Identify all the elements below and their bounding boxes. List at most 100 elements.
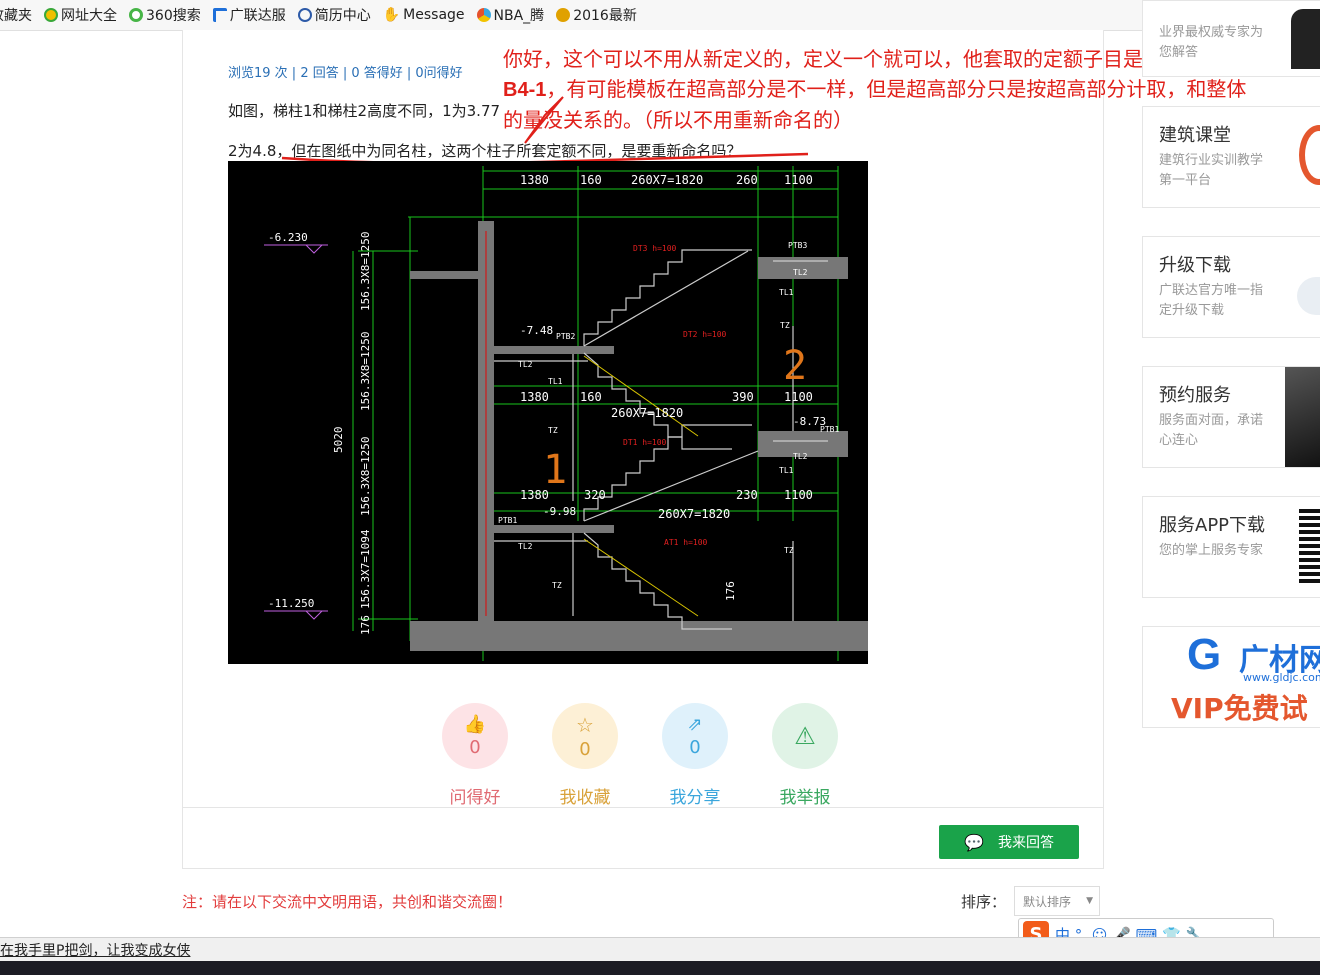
guangcai-logo: G 广材网 www.gldjc.com xyxy=(1187,633,1320,685)
sidebar-upgrade[interactable]: 升级下载 广联达官方唯一指定升级下载 xyxy=(1142,236,1320,338)
label-tl1c: TL1 xyxy=(779,466,794,475)
sidebar-desc: 您的掌上服务专家 xyxy=(1159,543,1264,558)
bookmark-resume[interactable]: 简历中心 xyxy=(297,5,371,25)
dim-top-5: 1100 xyxy=(784,173,813,187)
thumbs-up-icon: 👍 xyxy=(463,714,487,735)
sidebar-desc: 业界最权威专家为您解答 xyxy=(1159,25,1264,60)
like-action[interactable]: 👍 0 问得好 xyxy=(441,703,509,808)
bookmark-label: 收藏夹 xyxy=(0,8,32,24)
label-tz3: TZ xyxy=(784,546,794,555)
question-line-1: 如图，梯柱1和梯柱2高度不同，1为3.77 xyxy=(228,102,501,120)
share-action[interactable]: ⇗ 0 我分享 xyxy=(661,703,729,808)
cloud-download-icon xyxy=(1297,277,1320,315)
question-stats[interactable]: 浏览19 次 | 2 回答 | 0 答得好 | 0问得好 xyxy=(228,62,463,81)
answer-button[interactable]: 💬 我来回答 xyxy=(939,825,1079,859)
grid-icon xyxy=(44,8,58,22)
chevron-down-icon: ▼ xyxy=(1086,896,1093,906)
dim-mid1-3: 260X7=1820 xyxy=(611,406,683,420)
bookmark-favorites[interactable]: 收藏夹 xyxy=(0,5,32,25)
bookmark-360-search[interactable]: 360搜索 xyxy=(129,5,201,25)
like-label[interactable]: 问得好 xyxy=(431,783,519,808)
bookmark-gld[interactable]: 广联达服 xyxy=(212,5,286,25)
vdim-7: 176 xyxy=(724,581,737,601)
dim-mid2-2: 320 xyxy=(584,488,606,502)
bookmark-site-directory[interactable]: 网址大全 xyxy=(44,5,117,25)
bookmark-label: Message xyxy=(403,7,465,23)
label-tl2a: TL2 xyxy=(518,360,533,369)
report-circle[interactable]: ⚠ xyxy=(772,703,838,769)
cad-stair-section-drawing[interactable]: 1380 160 260X7=1820 260 1100 1380 160 26… xyxy=(228,161,868,664)
note-at1: AT1 h=100 xyxy=(664,538,708,547)
classroom-icon xyxy=(1299,125,1320,185)
vdim-total: 5020 xyxy=(332,427,345,454)
share-label[interactable]: 我分享 xyxy=(651,783,739,808)
search-icon xyxy=(129,8,143,22)
dim-mid1-2: 160 xyxy=(580,390,602,404)
sidebar-title: 建筑课堂 xyxy=(1159,125,1231,146)
level-1: -6.230 xyxy=(268,231,308,244)
sort-label: 排序： xyxy=(961,893,1007,911)
level-5: -11.250 xyxy=(268,597,314,610)
level-4: -9.98 xyxy=(543,505,576,518)
sort-selected-value: 默认排序 xyxy=(1023,894,1072,909)
sidebar-appointment[interactable]: 预约服务 服务面对面，承诺心连心 xyxy=(1142,366,1320,468)
tencent-icon xyxy=(476,8,491,22)
sidebar-expert[interactable]: 业界最权威专家为您解答 xyxy=(1142,0,1320,77)
bookmark-label: 简历中心 xyxy=(314,8,371,24)
flight-number-1: 1 xyxy=(543,447,567,493)
dim-top-3: 260X7=1820 xyxy=(631,173,703,187)
sidebar-title: 预约服务 xyxy=(1159,385,1231,406)
sidebar-classroom[interactable]: 建筑课堂 建筑行业实训教学第一平台 xyxy=(1142,106,1320,208)
bookmarks-bar: 收藏夹 网址大全 360搜索 广联达服 简历中心 ✋ Message NBA_腾… xyxy=(0,0,1320,31)
favorite-label[interactable]: 我收藏 xyxy=(541,783,629,808)
bookmark-label: 2016最新 xyxy=(573,8,637,24)
status-bar: 在我手里P把剑，让我变成女侠 xyxy=(0,937,1320,962)
share-circle[interactable]: ⇗ 0 xyxy=(662,703,728,769)
star-outline-icon: ☆ xyxy=(576,712,594,737)
favorite-action[interactable]: ☆ 0 我收藏 xyxy=(551,703,619,808)
sidebar-desc: 服务面对面，承诺心连心 xyxy=(1159,413,1264,448)
bookmark-label: 广联达服 xyxy=(229,8,286,24)
status-message[interactable]: 在我手里P把剑，让我变成女侠 xyxy=(0,940,190,960)
note-dt3: DT3 h=100 xyxy=(633,244,677,253)
sidebar-app[interactable]: 服务APP下载 您的掌上服务专家 xyxy=(1142,496,1320,598)
label-tz2: TZ xyxy=(780,321,790,330)
sidebar-title: 升级下载 xyxy=(1159,255,1231,276)
like-circle[interactable]: 👍 0 xyxy=(442,703,508,769)
divider xyxy=(182,807,1103,808)
warning-icon: ⚠ xyxy=(794,722,816,750)
bookmark-2016[interactable]: 2016最新 xyxy=(556,5,637,25)
annotation-arrow xyxy=(524,96,564,144)
favorite-circle[interactable]: ☆ 0 xyxy=(552,703,618,769)
gld-icon xyxy=(212,8,227,22)
dim-mid2-4: 230 xyxy=(736,488,758,502)
dim-mid2-3: 260X7=1820 xyxy=(658,507,730,521)
bookmark-nba[interactable]: NBA_腾 xyxy=(476,5,545,25)
civility-note: 注：请在以下交流中文明用语，共创和谐交流圈！ xyxy=(182,893,513,911)
label-tl2b: TL2 xyxy=(793,268,808,277)
dim-top-4: 260 xyxy=(736,173,758,187)
sort-select[interactable]: 默认排序 ▼ xyxy=(1014,886,1100,916)
note-dt2: DT2 h=100 xyxy=(683,330,727,339)
dim-top-1: 1380 xyxy=(520,173,549,187)
bookmark-label: NBA_腾 xyxy=(493,8,545,24)
bookmark-label: 网址大全 xyxy=(61,8,117,24)
dim-mid1-4: 390 xyxy=(732,390,754,404)
sidebar-title: 服务APP下载 xyxy=(1159,515,1266,536)
label-tl1a: TL1 xyxy=(548,377,563,386)
sidebar-vip-text: VIP免费试 xyxy=(1171,692,1308,725)
vdim-5: 176 xyxy=(359,615,372,635)
label-tl2d: TL2 xyxy=(518,542,533,551)
dim-mid1-1: 1380 xyxy=(520,390,549,404)
like-count: 0 xyxy=(469,737,481,758)
person-icon xyxy=(1285,367,1320,467)
expert-icon xyxy=(1291,9,1320,69)
report-label[interactable]: 我举报 xyxy=(761,783,849,808)
bookmark-message[interactable]: ✋ Message xyxy=(383,7,465,23)
vdim-1: 156.3X8=1250 xyxy=(359,232,372,311)
sidebar-desc: 广联达官方唯一指定升级下载 xyxy=(1159,283,1264,318)
dim-top-2: 160 xyxy=(580,173,602,187)
report-action[interactable]: ⚠ 我举报 xyxy=(771,703,839,808)
sidebar-guangcai-ad[interactable]: G 广材网 www.gldjc.com VIP免费试 xyxy=(1142,626,1320,728)
annotation-part2: ，有可能模板在超高部分是不一样，但是超高部分只是按超高部分计取，和整体的量没关系… xyxy=(503,77,1247,132)
